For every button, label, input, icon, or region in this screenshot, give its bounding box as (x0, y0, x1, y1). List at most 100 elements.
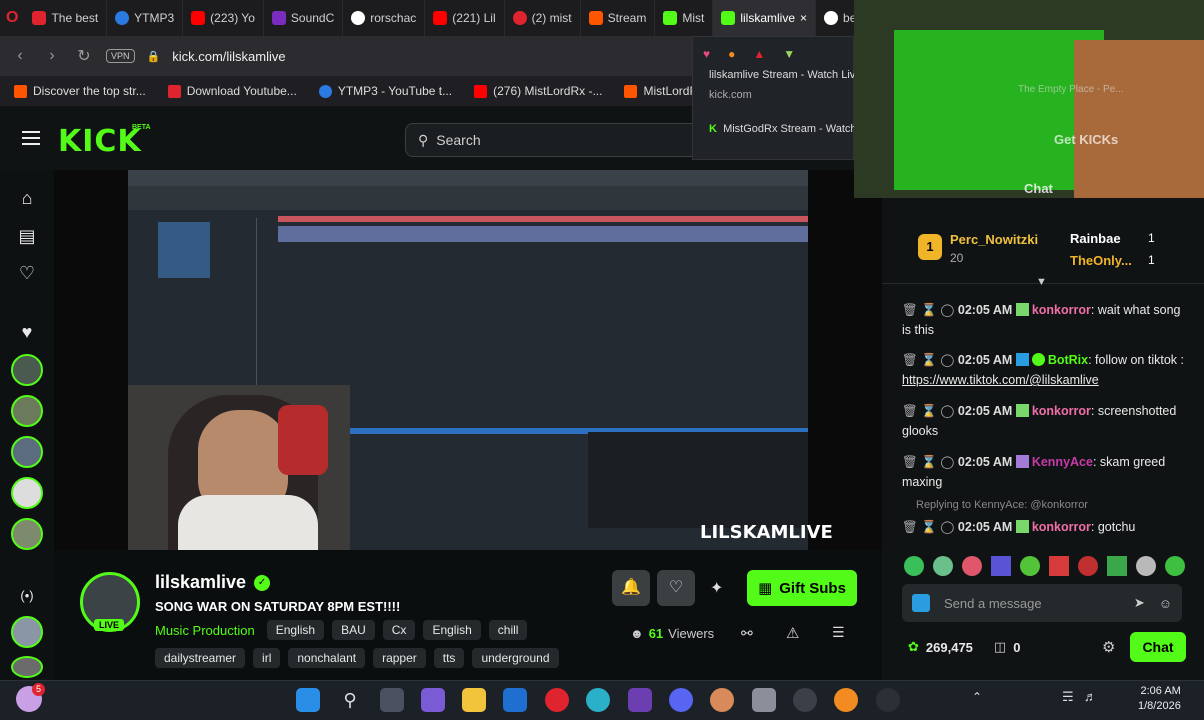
trash-icon[interactable]: 🗑 (902, 520, 918, 534)
following-heart-icon[interactable]: ♡ (14, 260, 40, 286)
gifter-name[interactable]: TheOnly... (1070, 253, 1132, 268)
search-taskbar-icon[interactable]: ⚲ (338, 688, 362, 712)
discord-icon[interactable] (669, 688, 693, 712)
chat-send-button[interactable]: Chat (1130, 632, 1186, 662)
emote-icon[interactable] (1136, 556, 1156, 576)
tag[interactable]: Cx (382, 620, 416, 640)
tab-8[interactable]: Stream (581, 0, 656, 36)
tag[interactable]: English (423, 620, 481, 640)
bookmark-2[interactable]: Download Youtube... (167, 84, 297, 98)
trash-icon[interactable]: 🗑 (902, 404, 918, 418)
tab-active[interactable]: lilskamlive × (713, 0, 817, 36)
menu-icon[interactable] (22, 131, 40, 145)
followed-heart-icon[interactable]: ♥ (14, 319, 40, 345)
ban-icon[interactable]: ◯ (940, 455, 954, 469)
ban-icon[interactable]: ◯ (940, 353, 954, 367)
browse-icon[interactable]: ▤ (14, 223, 40, 249)
tray-chevron-icon[interactable]: ⌃ (972, 690, 982, 704)
tab-2[interactable]: YTMP3 (107, 0, 184, 36)
bookmark-1[interactable]: Discover the top str... (14, 84, 146, 98)
forward-icon[interactable]: › (42, 47, 62, 65)
emote-icon[interactable] (1107, 556, 1127, 576)
tag[interactable]: underground (472, 648, 559, 668)
url-field[interactable]: kick.com/lilskamlive (172, 49, 285, 64)
ban-icon[interactable]: ◯ (940, 303, 954, 317)
top-gifter-name[interactable]: Perc_Nowitzki (950, 232, 1038, 247)
emote-icon[interactable] (1049, 556, 1069, 576)
timeout-icon[interactable]: ⌛ (921, 520, 937, 534)
trash-icon[interactable]: 🗑 (902, 303, 918, 317)
wifi-icon[interactable]: ☴ (1062, 689, 1074, 705)
followed-channel-avatar[interactable] (11, 354, 43, 386)
emote-icon[interactable] (1078, 556, 1098, 576)
tab-3[interactable]: (223) Yo (183, 0, 264, 36)
start-icon[interactable] (296, 688, 320, 712)
recommended-channel-avatar[interactable] (11, 616, 43, 648)
timeout-icon[interactable]: ⌛ (921, 353, 937, 367)
ban-icon[interactable]: ◯ (940, 404, 954, 418)
volume-icon[interactable]: ♬ (1084, 689, 1097, 704)
msg-user[interactable]: konkorror (1032, 520, 1091, 534)
recommended-channel-avatar[interactable] (11, 656, 43, 678)
close-icon[interactable]: × (800, 11, 807, 25)
tag[interactable]: dailystreamer (155, 648, 246, 668)
followed-channel-avatar[interactable] (11, 395, 43, 427)
timeout-icon[interactable]: ⌛ (921, 404, 937, 418)
emote-icon[interactable] (1165, 556, 1185, 576)
search-input[interactable]: ⚲ Search (405, 123, 705, 157)
opera-taskbar-icon[interactable] (545, 688, 569, 712)
collapse-chevron-icon[interactable]: ▼ (1036, 276, 1047, 288)
msg-user[interactable]: BotRix (1048, 353, 1088, 367)
tag[interactable]: rapper (373, 648, 426, 668)
back-icon[interactable]: ‹ (10, 47, 30, 65)
tag[interactable]: BAU (332, 620, 375, 640)
gift-subs-button[interactable]: ▦ Gift Subs (747, 570, 857, 606)
copilot-icon[interactable] (421, 688, 445, 712)
followed-channel-avatar[interactable] (11, 436, 43, 468)
tag[interactable]: English (266, 620, 325, 640)
timeout-icon[interactable]: ⌛ (921, 455, 937, 469)
command-icon[interactable]: ➤ (1134, 595, 1145, 611)
tab-6[interactable]: (221) Lil (425, 0, 505, 36)
timeout-icon[interactable]: ⌛ (921, 303, 937, 317)
gifter-name[interactable]: Rainbae (1070, 231, 1121, 246)
msg-user[interactable]: konkorror (1032, 303, 1091, 317)
emote-icon[interactable] (1020, 556, 1040, 576)
channel-points[interactable]: ✿ 269,475 ◫ 0 (908, 639, 1020, 655)
app-icon[interactable] (710, 688, 734, 712)
edge-icon[interactable] (586, 688, 610, 712)
chat-input[interactable]: Send a message ➤ ☺ (902, 584, 1182, 622)
emote-icon[interactable] (991, 556, 1011, 576)
tab-5[interactable]: rorschac (343, 0, 426, 36)
bookmark-4[interactable]: (276) MistLordRx -... (474, 84, 602, 98)
tab-9[interactable]: Mist (655, 0, 714, 36)
follow-button[interactable]: ♡ (657, 570, 695, 606)
trash-icon[interactable]: 🗑 (902, 353, 918, 367)
preview-item[interactable]: K MistGodRx Stream - Watch Live on Kick (693, 101, 919, 135)
ban-icon[interactable]: ◯ (940, 520, 954, 534)
outlook-icon[interactable] (503, 688, 527, 712)
home-icon[interactable]: ⌂ (14, 185, 40, 211)
reload-icon[interactable]: ↻ (74, 46, 94, 66)
msg-user[interactable]: konkorror (1032, 404, 1091, 418)
camera-icon[interactable] (752, 688, 776, 712)
share-icon[interactable]: ⚯ (741, 625, 753, 642)
streamer-name[interactable]: lilskamlive (155, 572, 246, 593)
msg-link[interactable]: https://www.tiktok.com/@lilskamlive (902, 373, 1099, 387)
tab-4[interactable]: SoundC (264, 0, 344, 36)
emote-icon[interactable] (962, 556, 982, 576)
trash-icon[interactable]: 🗑 (902, 455, 918, 469)
live-broadcast-icon[interactable]: (•) (14, 582, 40, 608)
emote-icon[interactable] (904, 556, 924, 576)
tag[interactable]: tts (433, 648, 465, 668)
emoji-icon[interactable]: ☺ (1159, 596, 1172, 611)
followed-channel-avatar[interactable] (11, 518, 43, 550)
report-icon[interactable]: ⚠ (786, 624, 799, 642)
task-view-icon[interactable] (380, 688, 404, 712)
followed-channel-avatar[interactable] (11, 477, 43, 509)
taskbar-clock[interactable]: 2:06 AM 1/8/2026 (1138, 684, 1181, 714)
file-explorer-icon[interactable] (462, 688, 486, 712)
sparkle-icon[interactable]: ✦ (710, 578, 723, 598)
opera-logo-icon[interactable]: O (6, 9, 18, 27)
notification-bell-button[interactable]: 🔔 (612, 570, 650, 606)
